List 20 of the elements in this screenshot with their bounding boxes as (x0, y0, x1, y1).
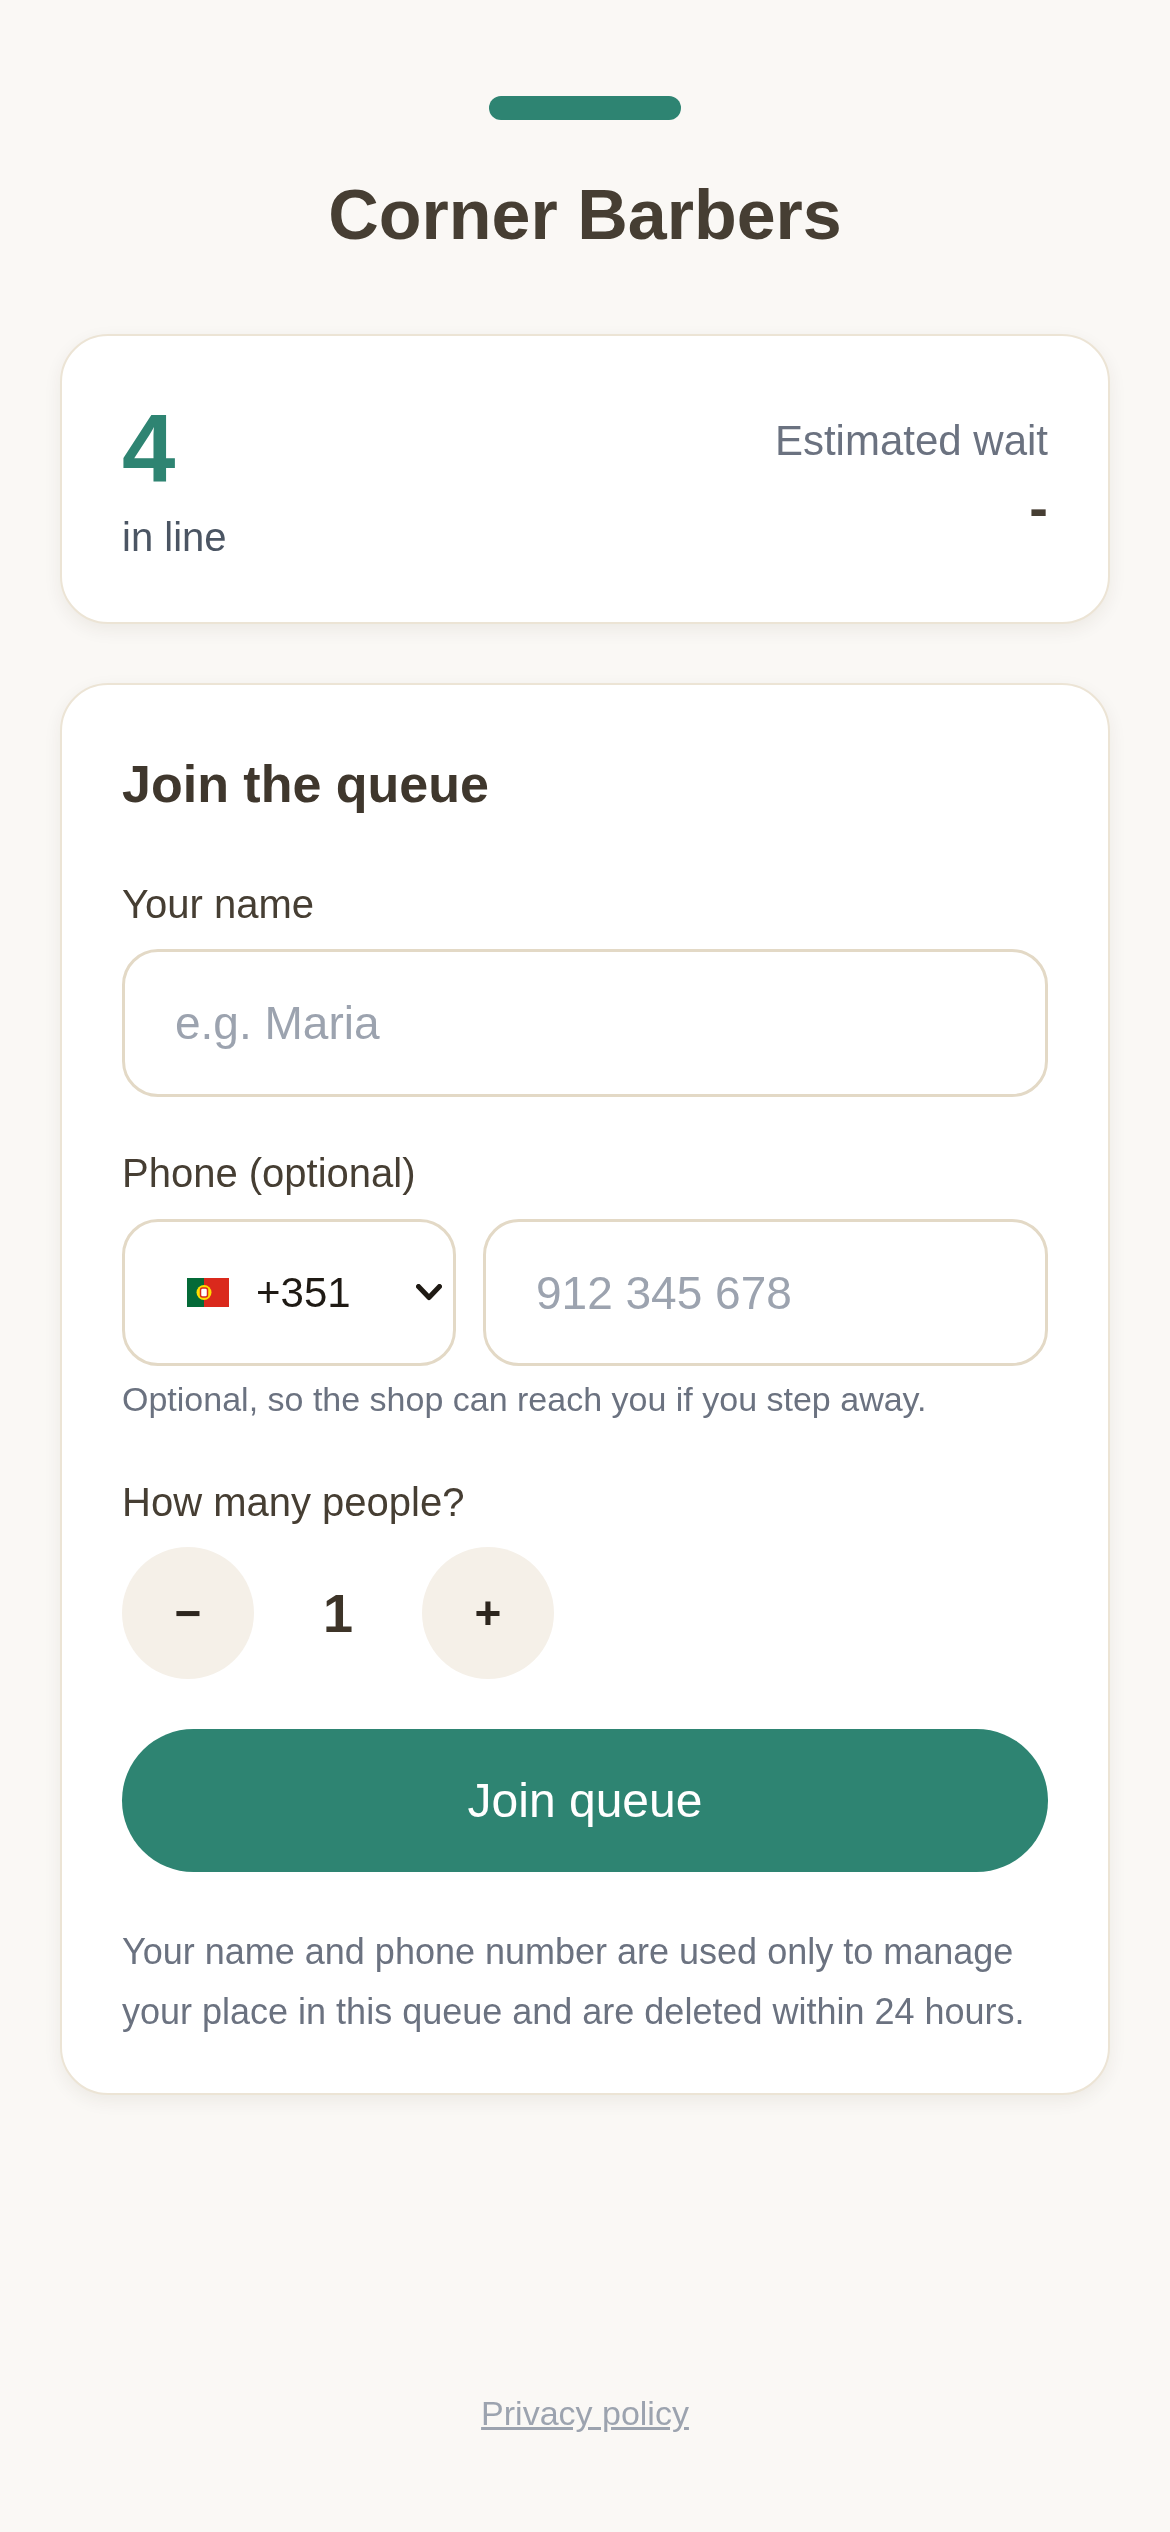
country-code-select[interactable]: +351 (122, 1219, 456, 1366)
phone-input[interactable]: 912 345 678 (483, 1219, 1048, 1366)
queue-count: 4 (122, 401, 176, 497)
decrease-button[interactable]: − (122, 1547, 254, 1679)
name-label: Your name (122, 881, 314, 928)
party-size-value: 1 (321, 1582, 354, 1645)
queue-count-label: in line (122, 514, 227, 561)
estimated-wait-label: Estimated wait (774, 417, 1048, 465)
shop-title: Corner Barbers (328, 175, 842, 256)
privacy-notice: Your name and phone number are used only to manage your place in this queue and are deleted within 24 hours. (122, 1930, 1026, 2034)
increase-button[interactable]: + (422, 1547, 554, 1679)
phone-hint: Optional, so the shop can reach you if you step away. (122, 1379, 927, 1419)
party-size-label: How many people? (122, 1479, 465, 1526)
name-input[interactable]: e.g. Maria (122, 949, 1048, 1097)
flag-icon (187, 1278, 229, 1307)
phone-label: Phone (optional) (122, 1150, 416, 1197)
estimated-wait-value: - (1029, 480, 1048, 536)
form-title: Join the queue (122, 754, 489, 814)
join-queue-button[interactable]: Join queue (122, 1729, 1048, 1872)
chevron-down-icon (416, 1284, 442, 1301)
